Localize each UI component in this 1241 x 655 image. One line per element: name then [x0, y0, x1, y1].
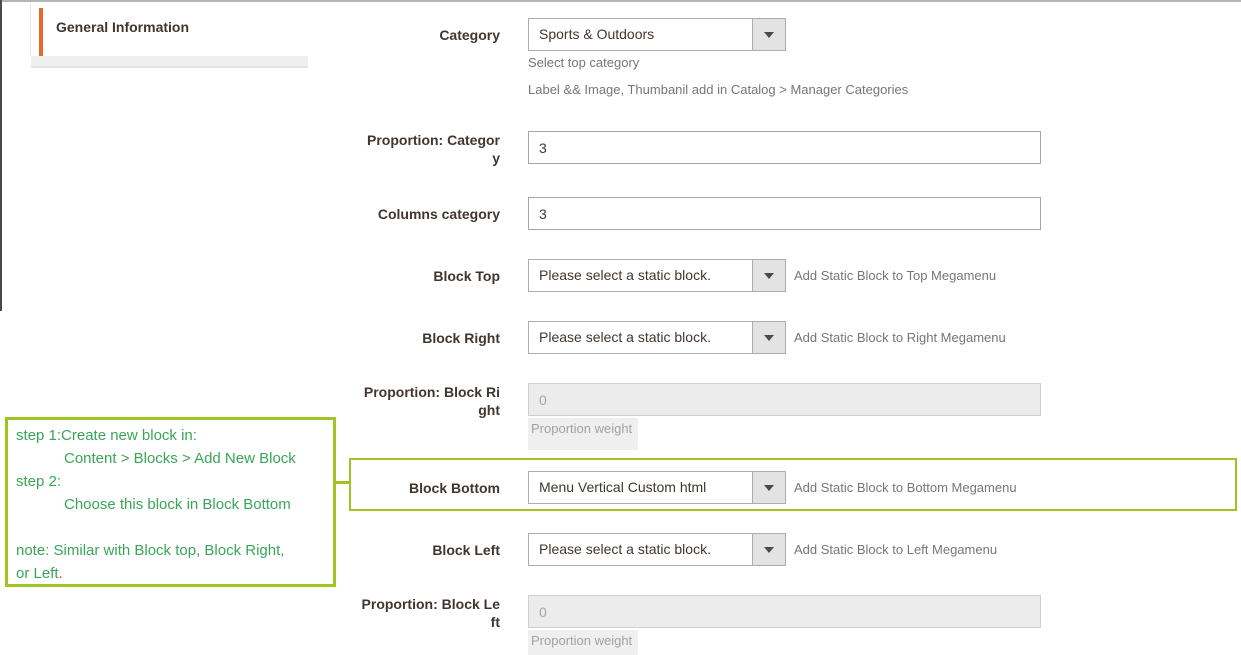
block-left-select[interactable]: Please select a static block.	[528, 533, 786, 566]
columns-category-label: Columns category	[0, 197, 500, 230]
block-right-select-value: Please select a static block.	[529, 322, 752, 353]
field-block-top: Block Top Please select a static block. …	[0, 259, 996, 292]
chevron-down-icon[interactable]	[752, 19, 785, 50]
annotation-note-line1: note: Similar with Block top, Block Righ…	[16, 539, 325, 562]
chevron-down-icon[interactable]	[752, 260, 785, 291]
chevron-down-icon[interactable]	[752, 534, 785, 565]
annotation-note-line2: or Left.	[16, 562, 325, 585]
proportion-block-right-input	[528, 383, 1041, 416]
proportion-category-input[interactable]	[528, 131, 1041, 164]
block-top-select[interactable]: Please select a static block.	[528, 259, 786, 292]
annotation-box: step 1:Create new block in: Content > Bl…	[5, 417, 336, 587]
category-select[interactable]: Sports & Outdoors	[528, 18, 786, 51]
proportion-block-left-input	[528, 595, 1041, 628]
chevron-down-icon[interactable]	[752, 472, 785, 503]
block-bottom-select[interactable]: Menu Vertical Custom html	[528, 471, 786, 504]
proportion-block-left-label: Proportion: Block Le ft	[0, 595, 500, 631]
settings-page: General Information Category Sports & Ou…	[0, 0, 1241, 655]
columns-category-input[interactable]	[528, 197, 1041, 230]
block-bottom-select-value: Menu Vertical Custom html	[529, 472, 752, 503]
annotation-step1: step 1:Create new block in:	[16, 424, 325, 447]
block-right-note: Add Static Block to Right Megamenu	[794, 330, 1006, 345]
field-proportion-block-left: Proportion: Block Le ft Proportion weigh…	[0, 595, 1041, 655]
category-note: Select top category	[528, 55, 908, 70]
annotation-step2-detail: Choose this block in Block Bottom	[16, 493, 325, 516]
proportion-weight-note: Proportion weight	[528, 418, 638, 450]
category-hint: Label && Image, Thumbanil add in Catalog…	[528, 82, 908, 97]
block-top-note: Add Static Block to Top Megamenu	[794, 268, 996, 283]
annotation-step2: step 2:	[16, 470, 325, 493]
proportion-weight-note: Proportion weight	[528, 630, 638, 655]
field-proportion-category: Proportion: Categor y	[0, 131, 1041, 167]
category-select-value: Sports & Outdoors	[529, 19, 752, 50]
category-label: Category	[0, 18, 500, 51]
field-columns-category: Columns category	[0, 197, 1041, 230]
block-left-note: Add Static Block to Left Megamenu	[794, 542, 997, 557]
annotation-period: .	[59, 565, 63, 582]
block-left-select-value: Please select a static block.	[529, 534, 752, 565]
proportion-category-label: Proportion: Categor y	[0, 131, 500, 167]
chevron-down-icon[interactable]	[752, 322, 785, 353]
block-right-label: Block Right	[0, 321, 500, 354]
field-block-right: Block Right Please select a static block…	[0, 321, 1006, 354]
field-category: Category Sports & Outdoors Select top ca…	[0, 18, 908, 97]
annotation-step1-path: Content > Blocks > Add New Block	[16, 447, 325, 470]
annotation-spacer	[16, 516, 325, 539]
block-top-select-value: Please select a static block.	[529, 260, 752, 291]
proportion-block-right-label: Proportion: Block Ri ght	[0, 383, 500, 419]
block-right-select[interactable]: Please select a static block.	[528, 321, 786, 354]
block-bottom-note: Add Static Block to Bottom Megamenu	[794, 480, 1017, 495]
block-top-label: Block Top	[0, 259, 500, 292]
